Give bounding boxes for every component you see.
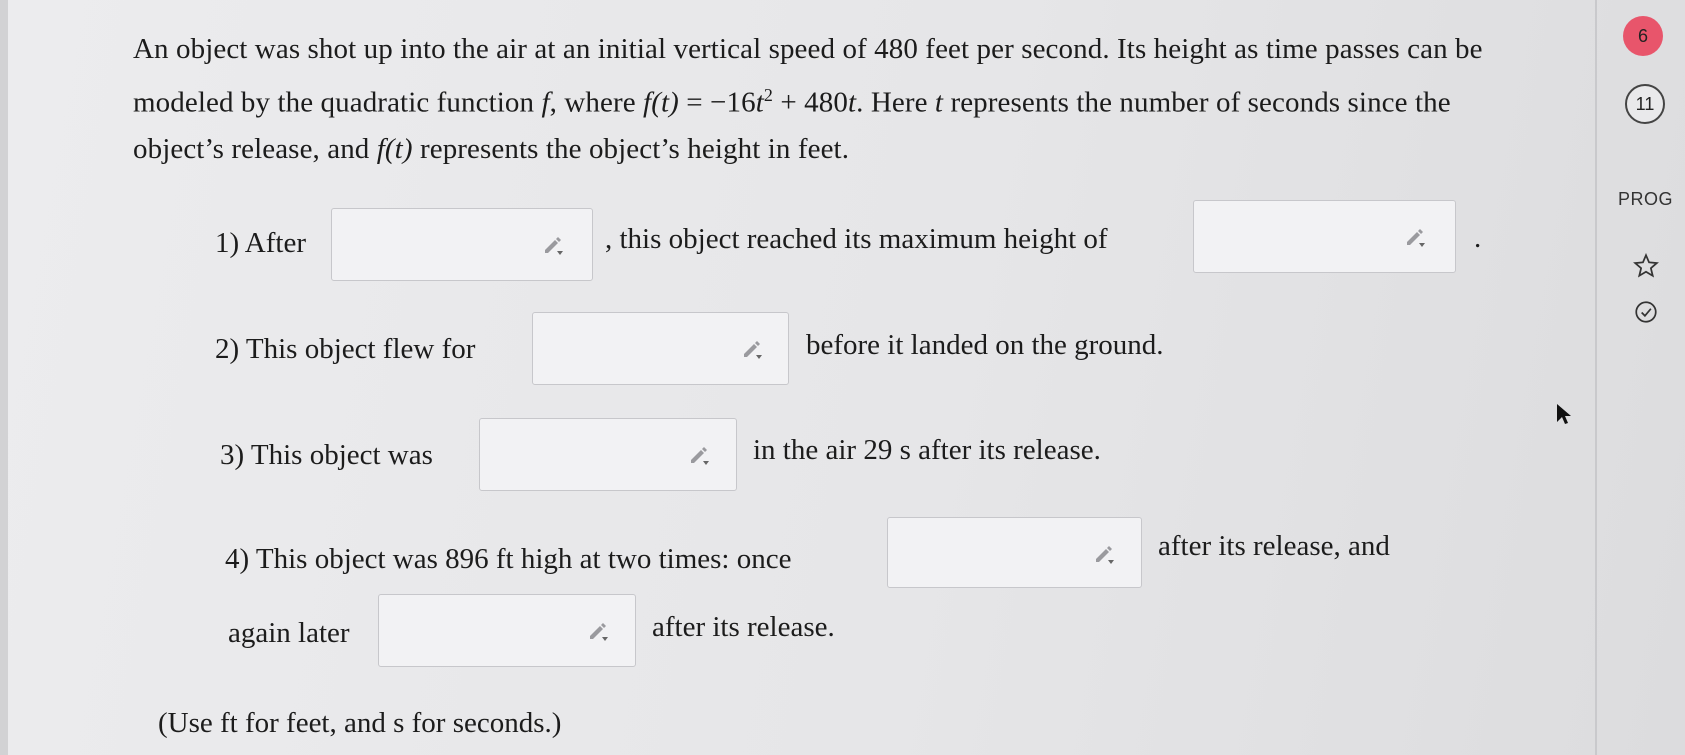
pencil-dropdown-icon[interactable] <box>542 233 566 257</box>
pencil-dropdown-icon[interactable] <box>1404 225 1428 249</box>
intro-math: 2 <box>763 85 773 105</box>
sidebar-divider <box>1595 0 1597 755</box>
progress-label: PROG <box>1618 189 1674 209</box>
q4-line2-prefix: again later <box>228 617 350 649</box>
q1-height-answer-input[interactable] <box>1193 200 1456 273</box>
check-circle-icon[interactable] <box>1633 299 1659 325</box>
q4-second-time-input[interactable] <box>378 594 636 667</box>
q3-suffix: in the air 29 s after its release. <box>753 434 1101 466</box>
intro-text: = −16 <box>678 86 756 119</box>
q4-suffix: after its release. <box>652 611 835 643</box>
q1-suffix: . <box>1474 222 1482 254</box>
q2-suffix: before it landed on the ground. <box>806 329 1164 361</box>
q3-prefix: 3) This object was <box>220 439 433 471</box>
intro-math: f(t) <box>376 132 413 165</box>
intro-text: + 480 <box>772 86 848 119</box>
mouse-cursor-icon <box>1557 404 1571 424</box>
units-note: (Use ft for feet, and s for seconds.) <box>158 707 562 739</box>
intro-text: . Here <box>856 86 935 119</box>
q1-time-answer-input[interactable] <box>331 208 593 281</box>
q3-height-at-29s-input[interactable] <box>479 418 737 491</box>
intro-math: f <box>541 86 550 119</box>
intro-text: represents the object’s height in feet. <box>412 132 850 165</box>
intro-text: , where <box>549 86 644 119</box>
intro-math: t <box>755 86 764 119</box>
pencil-dropdown-icon[interactable] <box>741 337 765 361</box>
q2-flight-time-input[interactable] <box>532 312 789 385</box>
intro-math: t <box>934 86 944 119</box>
q2-prefix: 2) This object flew for <box>215 333 476 365</box>
q4-middle: after its release, and <box>1158 530 1390 562</box>
q4-first-time-input[interactable] <box>887 517 1142 588</box>
question-nav-next[interactable]: 11 <box>1625 84 1665 124</box>
q4-prefix: 4) This object was 896 ft high at two ti… <box>225 543 792 575</box>
q1-middle: , this object reached its maximum height… <box>605 223 1108 255</box>
q1-prefix: 1) After <box>215 227 306 259</box>
intro-math: t <box>847 86 857 119</box>
pencil-dropdown-icon[interactable] <box>1093 542 1117 566</box>
question-nav-current[interactable]: 6 <box>1623 16 1663 56</box>
star-icon[interactable] <box>1633 253 1659 279</box>
problem-intro: An object was shot up into the air at an… <box>133 26 1513 172</box>
intro-math: f(t) <box>643 86 679 119</box>
left-edge <box>0 0 8 755</box>
pencil-dropdown-icon[interactable] <box>587 619 611 643</box>
pencil-dropdown-icon[interactable] <box>688 443 712 467</box>
